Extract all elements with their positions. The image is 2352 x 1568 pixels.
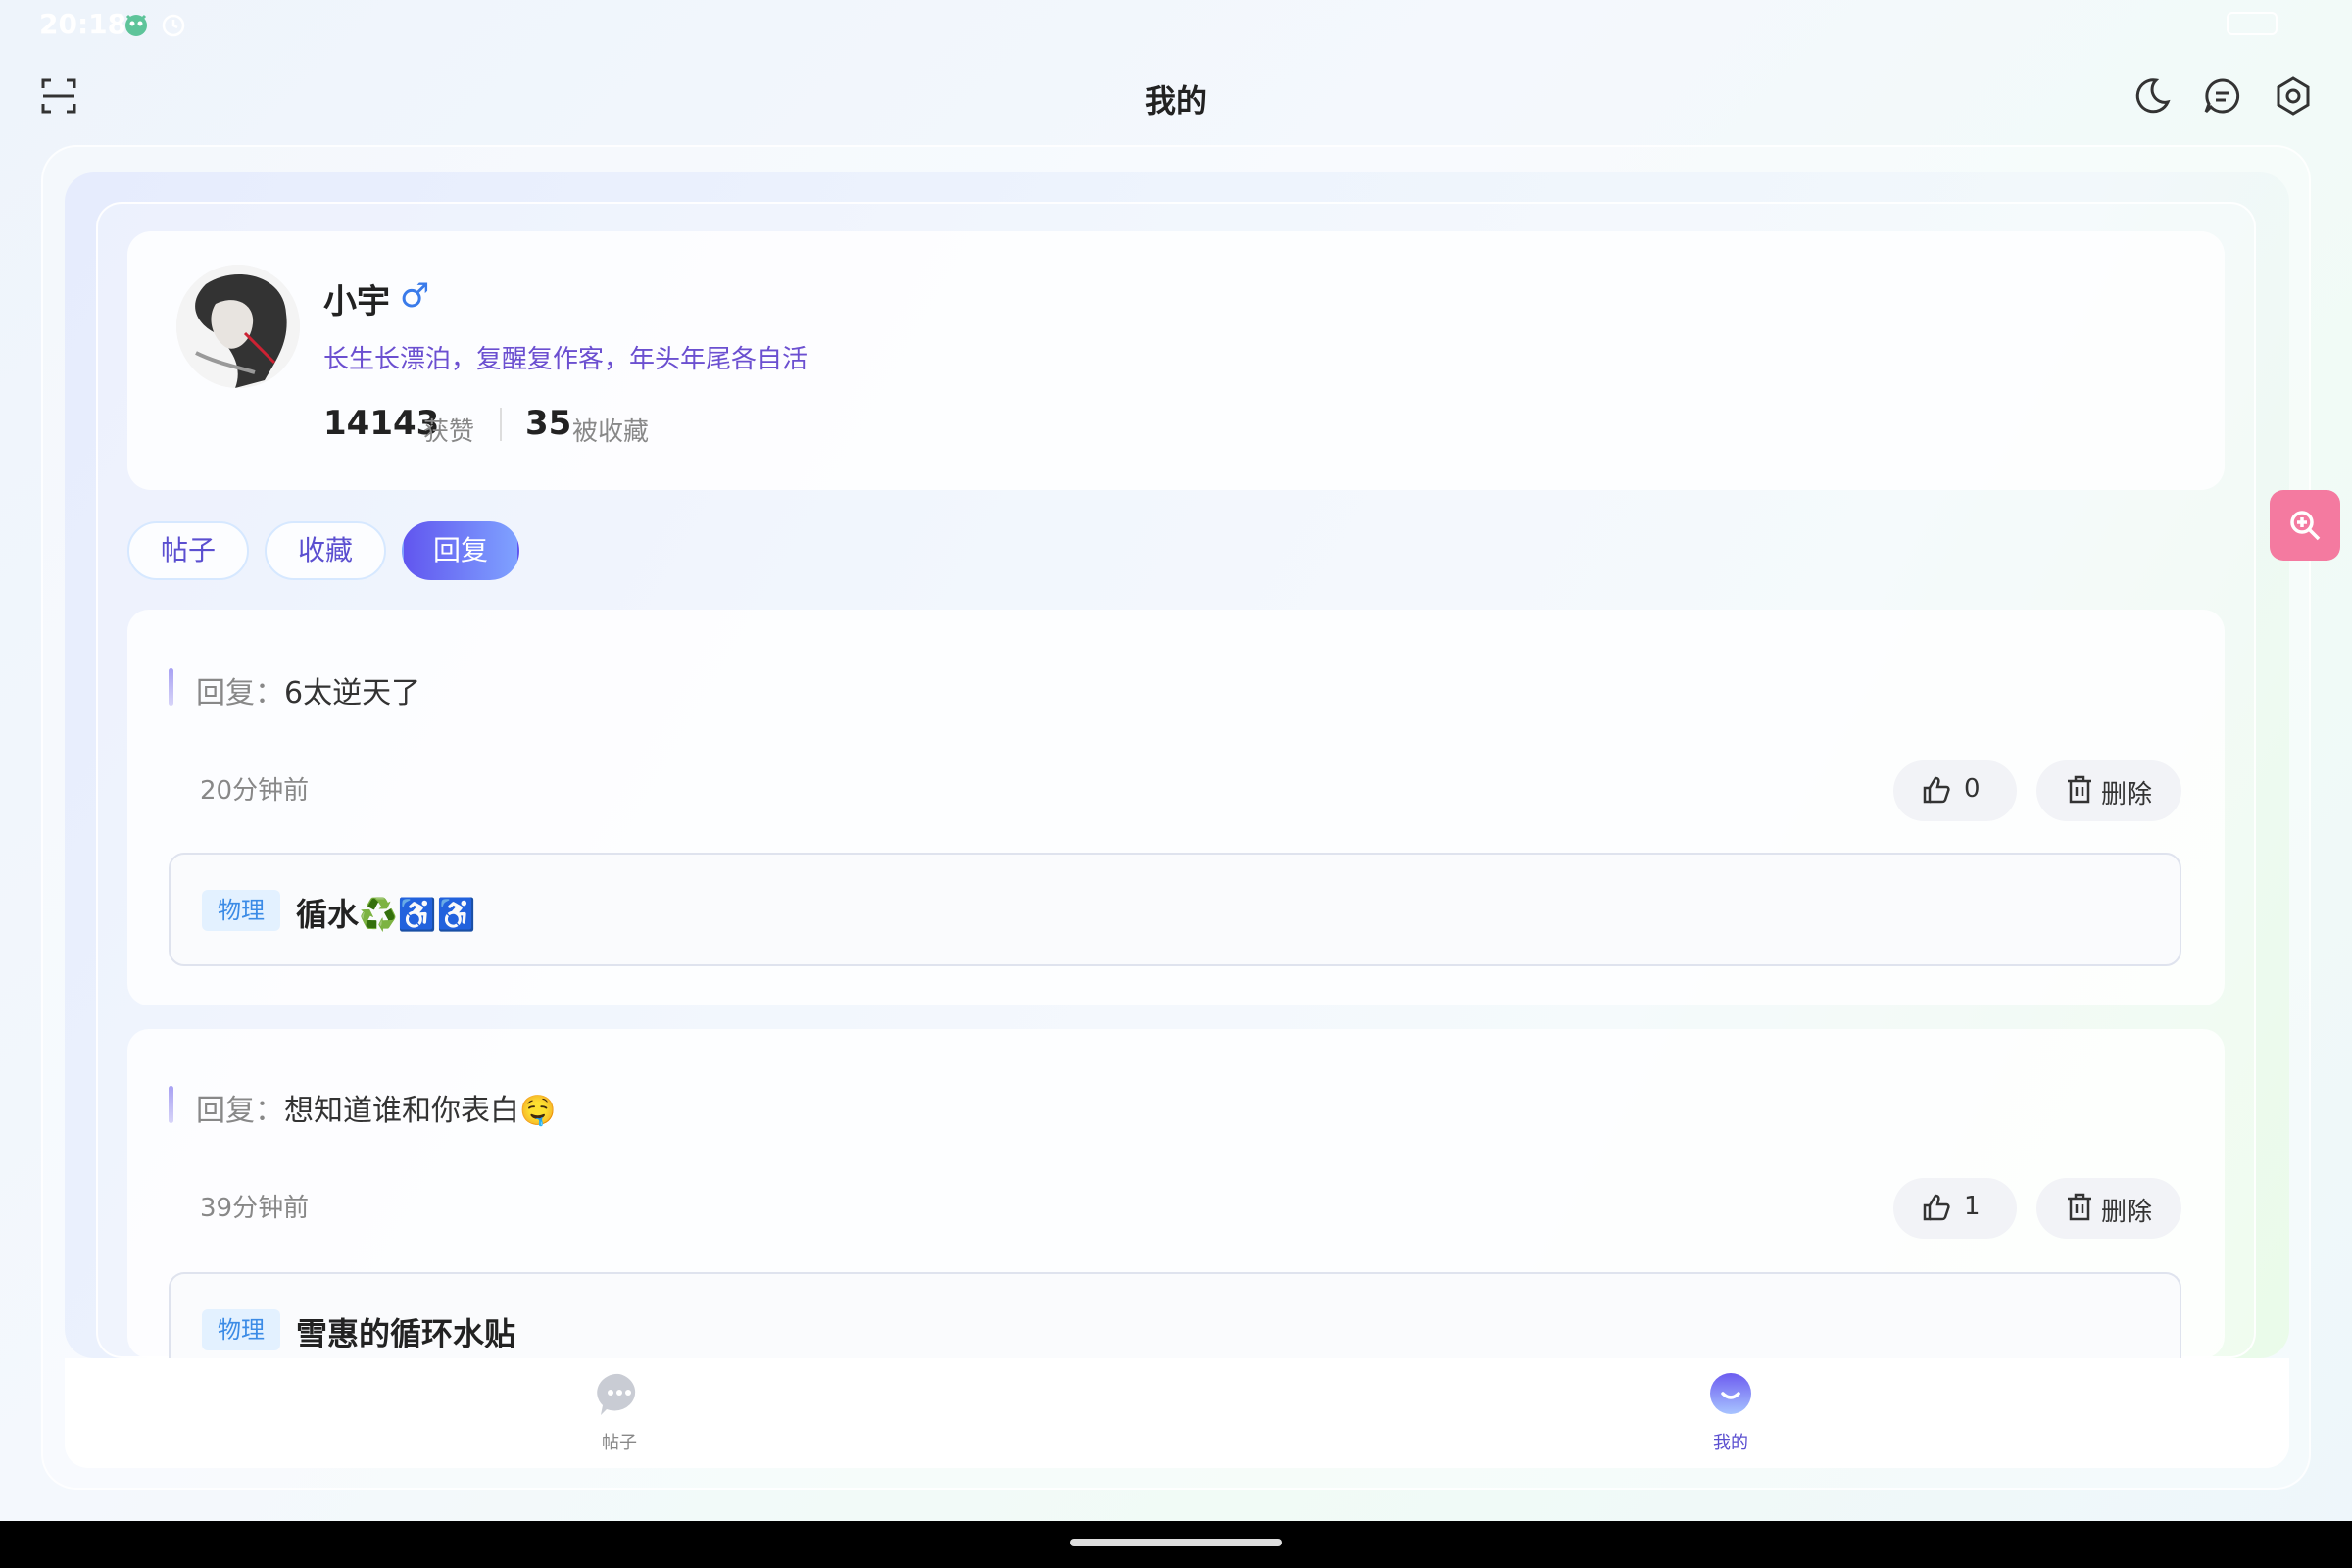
- subject-tag: 物理: [202, 890, 280, 931]
- system-navigation-bar: [0, 1521, 2352, 1568]
- profile-face-icon: [1706, 1373, 1755, 1423]
- delete-label: 删除: [2101, 1198, 2153, 1227]
- alarm-icon: [159, 10, 188, 43]
- reply-prefix: 回复：: [196, 676, 284, 710]
- settings-icon[interactable]: [2272, 74, 2315, 118]
- reply-content: 回复：想知道谁和你表白🤤: [196, 1086, 556, 1129]
- username: 小宇: [323, 282, 390, 321]
- reply-content: 回复：6太逆天了: [196, 668, 420, 711]
- reply-item[interactable]: 回复：想知道谁和你表白🤤 39分钟前 1 删除 物理 雪惠的循环水贴: [127, 1029, 2225, 1358]
- thumb-up-icon: [1921, 774, 1952, 812]
- nav-item-mine[interactable]: 我的: [1672, 1370, 1789, 1454]
- home-indicator[interactable]: [1070, 1539, 1282, 1546]
- like-count: 1: [1964, 1192, 1981, 1221]
- status-bar: 20:18: [0, 0, 2352, 47]
- trash-icon: [2064, 1192, 2095, 1230]
- subject-tag: 物理: [202, 1309, 280, 1350]
- like-button[interactable]: 1: [1893, 1178, 2017, 1239]
- bottom-nav: 帖子 我的: [65, 1358, 2289, 1468]
- stat-divider: [500, 408, 502, 441]
- reply-time: 39分钟前: [200, 1194, 310, 1223]
- tab-replies[interactable]: 回复: [402, 521, 519, 580]
- avatar[interactable]: [176, 265, 300, 388]
- nav-label-posts: 帖子: [602, 1433, 637, 1453]
- message-icon[interactable]: [2201, 74, 2244, 118]
- page-title: 我的: [1144, 82, 1207, 120]
- post-title: 循水♻️♿️♿️: [296, 896, 476, 933]
- reply-text: 想知道谁和你表白🤤: [284, 1094, 557, 1128]
- favorited-label: 被收藏: [572, 417, 650, 447]
- thumb-up-icon: [1921, 1192, 1952, 1230]
- post-title: 雪惠的循环水贴: [296, 1315, 516, 1352]
- delete-label: 删除: [2101, 780, 2153, 809]
- tab-favorites[interactable]: 收藏: [265, 521, 386, 580]
- tab-posts[interactable]: 帖子: [127, 521, 249, 580]
- nav-item-posts[interactable]: 帖子: [561, 1370, 678, 1454]
- male-gender-icon: ♂: [400, 276, 430, 316]
- reply-prefix: 回复：: [196, 1094, 284, 1128]
- nav-label-mine: 我的: [1713, 1433, 1748, 1453]
- original-post[interactable]: 物理 雪惠的循环水贴: [169, 1272, 2181, 1358]
- profile-card: 小宇 ♂ 长生长漂泊，复醒复作客，年头年尾各自活 14143 获赞 35 被收藏: [127, 231, 2225, 490]
- top-bar: 我的: [0, 59, 2352, 137]
- trash-icon: [2064, 774, 2095, 812]
- zoom-in-icon: [2287, 508, 2323, 547]
- reply-time: 20分钟前: [200, 776, 310, 806]
- zoom-in-button[interactable]: [2270, 490, 2340, 561]
- likes-label: 获赞: [423, 417, 475, 447]
- reply-text: 6太逆天了: [284, 676, 421, 710]
- favorited-count: 35: [525, 404, 572, 443]
- reply-accent-bar: [169, 1086, 173, 1123]
- battery-icon: [2227, 12, 2278, 35]
- user-bio: 长生长漂泊，复醒复作客，年头年尾各自活: [323, 345, 808, 374]
- delete-button[interactable]: 删除: [2036, 1178, 2181, 1239]
- chat-bubble-icon: [595, 1373, 644, 1423]
- moon-icon[interactable]: [2131, 74, 2174, 118]
- like-count: 0: [1964, 774, 1981, 804]
- app-notification-icon: [122, 10, 151, 43]
- likes-count: 14143: [323, 404, 440, 443]
- reply-accent-bar: [169, 668, 173, 706]
- like-button[interactable]: 0: [1893, 760, 2017, 821]
- original-post[interactable]: 物理 循水♻️♿️♿️: [169, 853, 2181, 966]
- reply-item[interactable]: 回复：6太逆天了 20分钟前 0 删除 物理 循水♻️♿️♿️: [127, 610, 2225, 1005]
- delete-button[interactable]: 删除: [2036, 760, 2181, 821]
- status-time: 20:18: [39, 8, 127, 40]
